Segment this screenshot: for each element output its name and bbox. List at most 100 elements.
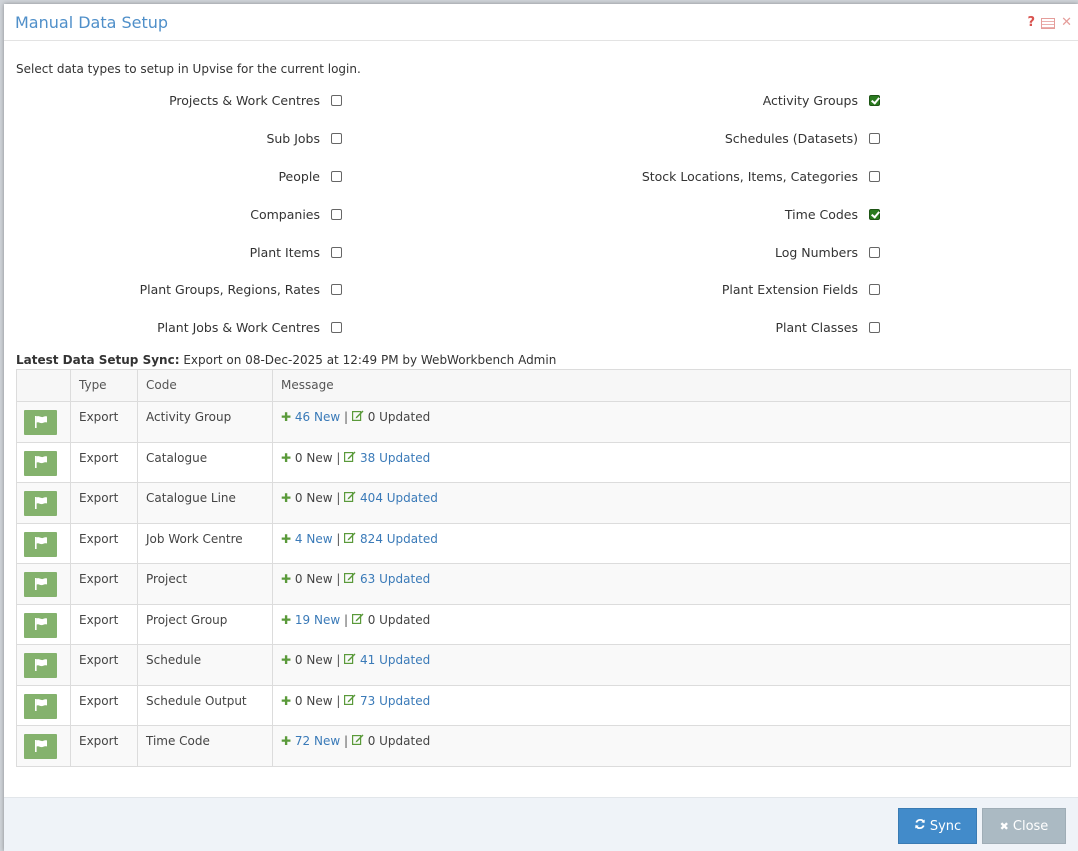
table-header-row: Type Code Message xyxy=(16,369,1071,402)
flag-button[interactable] xyxy=(24,450,57,476)
left-option-row[interactable]: Plant Groups, Regions, Rates xyxy=(140,280,342,298)
close-icon[interactable]: ✕ xyxy=(1061,15,1072,30)
left-option-checkbox[interactable] xyxy=(331,208,342,220)
new-count[interactable]: 72 New xyxy=(295,734,340,748)
type-cell: Export xyxy=(70,725,138,767)
flag-icon xyxy=(34,617,48,633)
table-row: Export Schedule Output ✚ 0 New | 73 Update… xyxy=(16,684,1071,726)
right-option-checkbox[interactable] xyxy=(869,321,880,333)
help-icon[interactable]: ? xyxy=(1028,15,1036,30)
left-option-row[interactable]: Projects & Work Centres xyxy=(169,91,342,109)
right-option-label: Plant Extension Fields xyxy=(721,281,858,297)
separator: | xyxy=(343,612,349,627)
header-message: Message xyxy=(272,369,1071,402)
message-cell: ✚ 0 New | 73 Updated xyxy=(272,684,1071,726)
new-count: 0 New xyxy=(294,450,333,465)
right-option-row[interactable]: Plant Extension Fields xyxy=(722,280,880,298)
table-row: Export Activity Group ✚ 46 New | 0 Updated xyxy=(16,401,1071,443)
left-option-label: People xyxy=(278,168,320,184)
right-option-checkbox[interactable] xyxy=(869,170,880,182)
new-count[interactable]: 46 New xyxy=(295,410,340,424)
flag-button[interactable] xyxy=(24,612,57,638)
sync-button[interactable]: Sync xyxy=(898,808,977,844)
message-cell: ✚ 0 New | 404 Updated xyxy=(272,482,1071,524)
plus-icon: ✚ xyxy=(281,572,292,586)
left-option-label: Plant Jobs & Work Centres xyxy=(157,319,320,335)
sync-button-label: Sync xyxy=(929,818,962,834)
updated-count[interactable]: 41 Updated xyxy=(360,653,430,667)
right-option-label: Plant Classes xyxy=(775,319,858,335)
right-option-checkbox[interactable] xyxy=(869,94,880,106)
code-cell: Project xyxy=(137,563,273,605)
close-button[interactable]: ✖ Close xyxy=(982,808,1066,844)
separator: | xyxy=(336,531,341,546)
type-cell: Export xyxy=(70,441,138,483)
left-option-row[interactable]: Sub Jobs xyxy=(266,129,342,147)
left-option-row[interactable]: Plant Items xyxy=(250,243,342,261)
left-option-checkbox[interactable] xyxy=(331,321,342,333)
flag-button[interactable] xyxy=(24,572,57,597)
table-row: Export Catalogue ✚ 0 New | 38 Updated xyxy=(16,441,1071,483)
code-cell: Catalogue Line xyxy=(137,482,273,524)
plus-icon: ✚ xyxy=(281,450,292,465)
right-option-row[interactable]: Activity Groups xyxy=(763,91,880,109)
flag-button[interactable] xyxy=(24,410,57,435)
right-option-label: Log Numbers xyxy=(774,244,858,260)
right-option-row[interactable]: Log Numbers xyxy=(775,243,880,261)
right-option-row[interactable]: Schedules (Datasets) xyxy=(725,129,880,147)
updated-count: 0 Updated xyxy=(367,734,431,748)
flag-button[interactable] xyxy=(24,491,57,516)
separator: | xyxy=(336,450,341,465)
code-cell: Activity Group xyxy=(137,401,273,443)
flag-icon xyxy=(34,536,48,552)
new-count: 0 New xyxy=(294,572,333,586)
flag-cell xyxy=(16,441,71,483)
flag-button[interactable] xyxy=(24,734,57,759)
type-cell: Export xyxy=(70,401,138,443)
code-cell: Schedule Output xyxy=(137,684,273,726)
type-cell: Export xyxy=(70,684,138,726)
right-option-checkbox[interactable] xyxy=(869,208,880,220)
left-option-checkbox[interactable] xyxy=(331,132,342,144)
table-row: Export Time Code ✚ 72 New | 0 Updated xyxy=(16,725,1071,767)
updated-count: 0 Updated xyxy=(367,612,431,627)
table-row: Export Project ✚ 0 New | 63 Updated xyxy=(16,563,1071,605)
left-option-row[interactable]: Companies xyxy=(250,205,342,223)
latest-sync-label: Latest Data Setup Sync: xyxy=(16,353,180,367)
right-option-row[interactable]: Stock Locations, Items, Categories xyxy=(642,167,880,185)
document-icon[interactable] xyxy=(1041,17,1056,29)
updated-count[interactable]: 73 Updated xyxy=(360,694,430,708)
separator: | xyxy=(336,491,341,505)
new-count[interactable]: 19 New xyxy=(295,613,340,627)
edit-icon xyxy=(344,653,356,667)
right-option-row[interactable]: Time Codes xyxy=(785,205,880,223)
right-option-row[interactable]: Plant Classes xyxy=(775,318,880,336)
dialog-title: Manual Data Setup xyxy=(15,13,169,32)
flag-cell xyxy=(16,725,71,767)
right-option-label: Schedules (Datasets) xyxy=(724,130,858,146)
message-cell: ✚ 0 New | 63 Updated xyxy=(272,563,1071,605)
left-option-row[interactable]: Plant Jobs & Work Centres xyxy=(157,318,342,336)
left-option-checkbox[interactable] xyxy=(331,246,342,258)
updated-count[interactable]: 824 Updated xyxy=(360,532,438,546)
right-option-checkbox[interactable] xyxy=(869,283,880,295)
left-option-checkbox[interactable] xyxy=(331,94,342,106)
left-option-row[interactable]: People xyxy=(278,167,342,185)
flag-button[interactable] xyxy=(24,653,57,678)
updated-count[interactable]: 38 Updated xyxy=(360,451,430,465)
new-count[interactable]: 4 New xyxy=(295,532,333,546)
right-option-checkbox[interactable] xyxy=(869,132,880,144)
latest-sync-value: Export on 08-Dec-2025 at 12:49 PM by Web… xyxy=(183,353,557,367)
flag-icon xyxy=(34,496,48,512)
title-icons: ? ✕ xyxy=(1028,15,1072,30)
flag-button[interactable] xyxy=(24,693,57,719)
right-option-checkbox[interactable] xyxy=(869,246,880,258)
plus-icon: ✚ xyxy=(281,612,292,627)
updated-count[interactable]: 63 Updated xyxy=(360,572,430,586)
flag-cell xyxy=(16,522,71,564)
flag-button[interactable] xyxy=(24,531,57,557)
left-option-label: Sub Jobs xyxy=(266,130,320,146)
updated-count[interactable]: 404 Updated xyxy=(360,491,438,505)
left-option-checkbox[interactable] xyxy=(331,283,342,295)
left-option-checkbox[interactable] xyxy=(331,170,342,182)
